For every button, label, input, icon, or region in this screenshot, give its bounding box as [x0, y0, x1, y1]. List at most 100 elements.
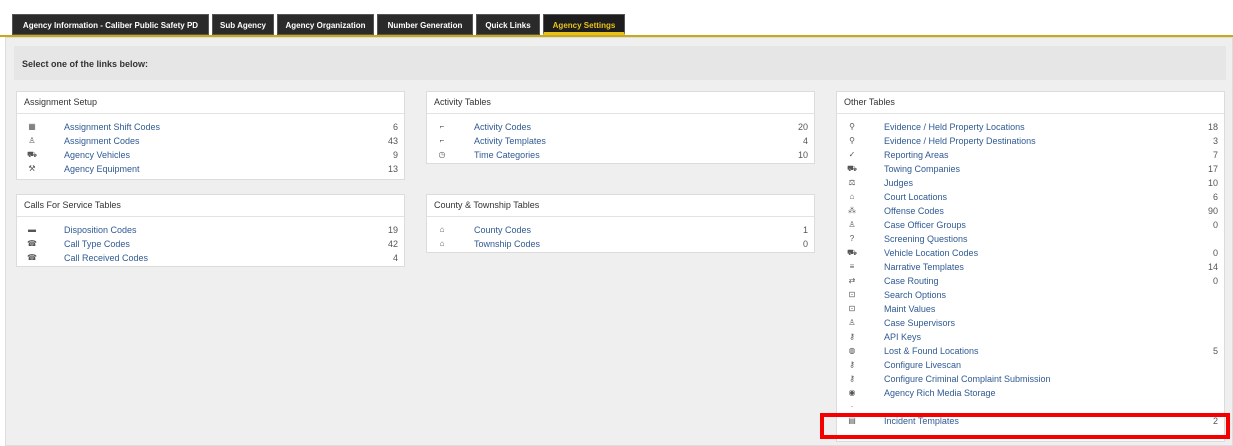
link-label[interactable]: Reporting Areas [884, 148, 949, 162]
count-value: 10 [1207, 178, 1218, 188]
link-label[interactable]: Lost & Found Locations [884, 344, 979, 358]
list-icon: ≡ [849, 262, 855, 271]
link-label[interactable]: County Codes [474, 223, 531, 237]
instruction-bar [14, 46, 1226, 80]
tab-number-generation[interactable]: Number Generation [377, 14, 473, 35]
maint-icon: ⊡ [848, 304, 856, 313]
link-label[interactable]: Evidence / Held Property Destinations [884, 134, 1036, 148]
link-time-categories[interactable]: ◷ Time Categories 10 [427, 148, 814, 162]
link-label[interactable]: Incident Templates [884, 414, 959, 428]
lost-found-icon: ◍ [848, 346, 856, 355]
link-case-officer-groups[interactable]: ♙ Case Officer Groups 0 [837, 218, 1224, 232]
link-narrative-templates[interactable]: ≡ Narrative Templates 14 [837, 260, 1224, 274]
panel-body: ⌂ County Codes 1 ⌂ Township Codes 0 [427, 217, 814, 251]
link-court-locations[interactable]: ⌂ Court Locations 6 [837, 190, 1224, 204]
link-label[interactable]: Assignment Codes [64, 134, 140, 148]
link-agency-rich-media-storage[interactable]: ◉ Agency Rich Media Storage [837, 386, 1224, 400]
link-maint-values[interactable]: ⊡ Maint Values [837, 302, 1224, 316]
link-configure-livescan[interactable]: ⚷ Configure Livescan [837, 358, 1224, 372]
panel-body: ⚲ Evidence / Held Property Locations 18 ⚲ Ev… [837, 114, 1224, 428]
link-label[interactable]: Case Routing [884, 274, 939, 288]
link-county-codes[interactable]: ⌂ County Codes 1 [427, 223, 814, 237]
link-label[interactable]: Agency Equipment [64, 162, 140, 176]
link-label[interactable]: Case Officer Groups [884, 218, 966, 232]
count-value: 5 [1212, 346, 1218, 356]
link-search-options[interactable]: ⊡ Search Options [837, 288, 1224, 302]
link-label[interactable]: Configure Livescan [884, 358, 961, 372]
count-value: 10 [797, 150, 808, 160]
link-label[interactable]: Activity Templates [474, 134, 546, 148]
link-label[interactable]: Judges [884, 176, 913, 190]
count-value: 20 [797, 122, 808, 132]
link-case-routing[interactable]: ⇄ Case Routing 0 [837, 274, 1224, 288]
calendar-icon: ▦ [28, 122, 36, 131]
link-activity-templates[interactable]: ⌐ Activity Templates 4 [427, 134, 814, 148]
link-judges[interactable]: ⚖ Judges 10 [837, 176, 1224, 190]
link-lost-found-locations[interactable]: ◍ Lost & Found Locations 5 [837, 344, 1224, 358]
link-label[interactable]: Case Supervisors [884, 316, 955, 330]
link-evidence-held-property-locations[interactable]: ⚲ Evidence / Held Property Locations 18 [837, 120, 1224, 134]
link-label[interactable]: Screening Questions [884, 232, 968, 246]
count-value: 9 [392, 150, 398, 160]
link-label[interactable]: Offense Codes [884, 204, 944, 218]
link-offense-codes[interactable]: ⁂ Offense Codes 90 [837, 204, 1224, 218]
link-label[interactable]: Vehicle Location Codes [884, 246, 978, 260]
gavel-icon: ⚖ [848, 178, 856, 187]
storage-icon: ◉ [848, 388, 856, 397]
link-agency-vehicles[interactable]: ⛟ Agency Vehicles 9 [17, 148, 404, 162]
link-call-type-codes[interactable]: ☎ Call Type Codes 42 [17, 237, 404, 251]
link-label[interactable]: Assignment Shift Codes [64, 120, 160, 134]
link-label[interactable]: Time Categories [474, 148, 540, 162]
link-activity-codes[interactable]: ⌐ Activity Codes 20 [427, 120, 814, 134]
search-icon: ⚲ [849, 136, 855, 145]
link-label[interactable]: Court Locations [884, 190, 947, 204]
link-evidence-held-property-destinations[interactable]: ⚲ Evidence / Held Property Destinations 3 [837, 134, 1224, 148]
link-incident-templates[interactable]: ▤ Incident Templates 2 [837, 414, 1224, 428]
key-icon: ⚷ [849, 332, 855, 341]
tab-agency-settings[interactable]: Agency Settings [543, 14, 625, 35]
link-label[interactable]: Narrative Templates [884, 260, 964, 274]
link-assignment-shift-codes[interactable]: ▦ Assignment Shift Codes 6 [17, 120, 404, 134]
search-options-icon: ⊡ [848, 290, 856, 299]
car-icon: ▬ [28, 225, 36, 234]
link-label[interactable]: Call Received Codes [64, 251, 148, 265]
link-disposition-codes[interactable]: ▬ Disposition Codes 19 [17, 223, 404, 237]
tab-agency-information[interactable]: Agency Information - Caliber Public Safe… [12, 14, 209, 35]
link-reporting-areas[interactable]: ✓ Reporting Areas 7 [837, 148, 1224, 162]
link-vehicle-location-codes[interactable]: ⛟ Vehicle Location Codes 0 [837, 246, 1224, 260]
link-label[interactable]: Agency Vehicles [64, 148, 130, 162]
link-label[interactable]: Evidence / Held Property Locations [884, 120, 1025, 134]
link-row[interactable]: · [837, 400, 1224, 414]
link-label[interactable]: Call Type Codes [64, 237, 130, 251]
link-label[interactable]: Disposition Codes [64, 223, 137, 237]
link-label[interactable]: Towing Companies [884, 162, 960, 176]
link-case-supervisors[interactable]: ♙ Case Supervisors [837, 316, 1224, 330]
tab-agency-organization[interactable]: Agency Organization [277, 14, 374, 35]
link-label[interactable]: Maint Values [884, 302, 935, 316]
count-value: 0 [1212, 276, 1218, 286]
link-label[interactable]: Township Codes [474, 237, 540, 251]
tab-sub-agency[interactable]: Sub Agency [212, 14, 274, 35]
tow-truck-icon: ⛟ [847, 248, 858, 257]
link-configure-criminal-complaint-submission[interactable]: ⚷ Configure Criminal Complaint Submission [837, 372, 1224, 386]
link-label[interactable]: API Keys [884, 330, 921, 344]
link-screening-questions[interactable]: ? Screening Questions [837, 232, 1224, 246]
link-assignment-codes[interactable]: ♙ Assignment Codes 43 [17, 134, 404, 148]
courthouse-icon: ⌂ [849, 192, 855, 201]
link-label[interactable]: Search Options [884, 288, 946, 302]
count-value: 0 [1212, 220, 1218, 230]
phone-icon: ☎ [27, 239, 37, 248]
link-township-codes[interactable]: ⌂ Township Codes 0 [427, 237, 814, 251]
tab-quick-links[interactable]: Quick Links [476, 14, 540, 35]
panel-body: ▦ Assignment Shift Codes 6 ♙ Assignment Code… [17, 114, 404, 176]
link-label[interactable]: Agency Rich Media Storage [884, 386, 996, 400]
link-agency-equipment[interactable]: ⚒ Agency Equipment 13 [17, 162, 404, 176]
count-value: 3 [1212, 136, 1218, 146]
link-towing-companies[interactable]: ⛟ Towing Companies 17 [837, 162, 1224, 176]
link-label[interactable]: Configure Criminal Complaint Submission [884, 372, 1051, 386]
offense-icon: ⁂ [848, 206, 856, 215]
link-call-received-codes[interactable]: ☎ Call Received Codes 4 [17, 251, 404, 265]
link-api-keys[interactable]: ⚷ API Keys [837, 330, 1224, 344]
link-label[interactable]: Activity Codes [474, 120, 531, 134]
partial-icon: · [850, 402, 854, 411]
